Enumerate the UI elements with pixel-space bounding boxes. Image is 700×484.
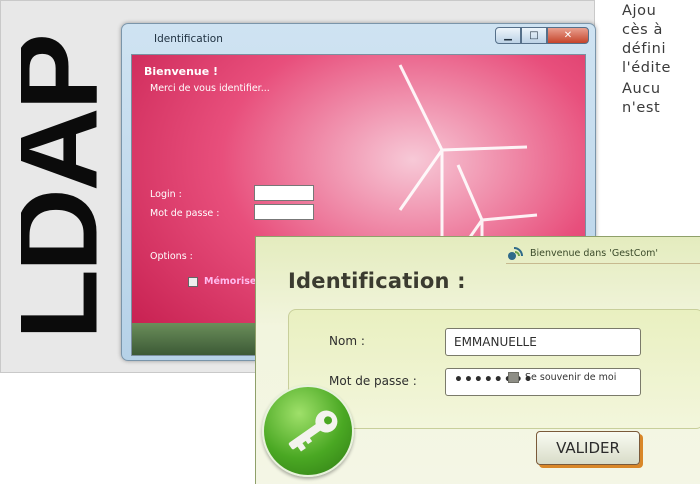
article-line: défini [622, 41, 667, 57]
article-text: Ajou cès à défini l'édite Aucu n'est [622, 2, 700, 118]
close-button[interactable]: ✕ [547, 27, 589, 44]
remember-me-option[interactable]: Se souvenir de moi [508, 372, 616, 383]
options-label: Options : [150, 251, 193, 262]
name-input[interactable]: EMMANUELLE [445, 328, 641, 356]
window-title: Identification [154, 33, 223, 45]
article-line: Ajou [622, 3, 657, 19]
ldap-logo: LDAP [0, 11, 122, 366]
welcome-heading: Bienvenue ! [144, 65, 219, 78]
login-label: Login : [150, 189, 182, 200]
ldap-logo-text: LDAP [21, 36, 111, 340]
gestcom-identification-window: Bienvenue dans 'GestCom' Identification … [255, 236, 700, 484]
remember-label: Se souvenir de moi [525, 372, 617, 383]
article-line: Aucu [622, 81, 661, 97]
key-icon [288, 410, 338, 452]
article-line: cès à [622, 22, 663, 38]
signal-icon [508, 247, 523, 260]
maximize-button[interactable]: □ [521, 27, 547, 44]
welcome-banner: Bienvenue dans 'GestCom' [506, 245, 700, 264]
remember-checkbox[interactable] [188, 277, 198, 287]
remember-label: Mémorise [204, 276, 257, 287]
banner-text: Bienvenue dans 'GestCom' [530, 247, 659, 259]
window-controls: ▁ □ ✕ [495, 27, 589, 44]
article-line: n'est [622, 100, 661, 116]
remember-checkbox[interactable] [508, 372, 519, 383]
minimize-button[interactable]: ▁ [495, 27, 521, 44]
article-line: l'édite [622, 60, 671, 76]
password-label: Mot de passe : [329, 374, 417, 388]
valider-button[interactable]: VALIDER [536, 431, 640, 465]
login-input[interactable] [254, 185, 314, 201]
key-button[interactable] [262, 385, 354, 477]
banner-underline [506, 263, 700, 264]
password-input[interactable] [254, 204, 314, 220]
password-label: Mot de passe : [150, 208, 220, 219]
page-title: Identification : [288, 269, 466, 293]
welcome-subtitle: Merci de vous identifier... [150, 83, 270, 94]
name-label: Nom : [329, 334, 365, 348]
